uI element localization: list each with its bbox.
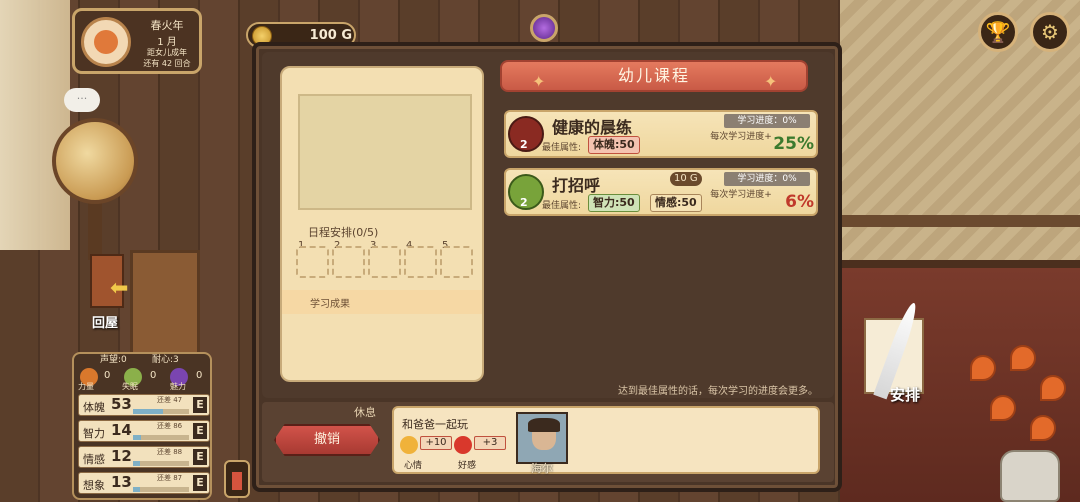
arrow-left-icon: ⬅: [110, 276, 129, 301]
activity-card[interactable]: 和爸爸一起玩 +10 心情 +3 好感 海尔: [392, 406, 820, 475]
course-badge-icon: 2: [508, 116, 544, 152]
point-name: 力量: [78, 382, 94, 391]
vase: [1000, 450, 1060, 502]
progress-chip: 学习进度：0%: [724, 172, 810, 186]
course-card-morning-exercise[interactable]: 2 健康的晨练 最佳属性: 体魄:50 学习进度：0% 每次学习进度+ 25%: [504, 110, 818, 158]
heart-icon: [454, 436, 472, 454]
schedule-label: 日程安排(0/5): [308, 226, 379, 239]
course-title: 健康的晨练: [552, 118, 633, 137]
rest-label: 休息: [354, 406, 376, 419]
window: [0, 0, 70, 250]
result-label: 学习成果: [310, 299, 350, 310]
calendar-month: 1 月: [157, 37, 177, 48]
schedule-slot-2[interactable]: [332, 246, 365, 278]
settings-button[interactable]: ⚙: [1030, 12, 1070, 52]
character-name: 海尔: [531, 462, 553, 475]
schedule-slot-5[interactable]: [440, 246, 473, 278]
calendar-widget: 春火年 1 月 距女儿成年 还有 42 回合: [72, 8, 202, 74]
character-avatar[interactable]: [516, 412, 568, 464]
point-name: 失眠: [122, 382, 138, 391]
affection-name: 好感: [458, 461, 477, 471]
schedule-slot-4[interactable]: [404, 246, 437, 278]
wall-rail: [840, 215, 1080, 227]
course-panel-title: ✦ 幼儿课程 ✦: [500, 60, 808, 92]
arrange-button[interactable]: 安排: [860, 300, 940, 410]
progress-percent: 25%: [773, 134, 814, 154]
globe-stand: [88, 200, 102, 260]
stat-row-intellect: 智力 14 还差 86 E: [78, 420, 210, 442]
point-value: 0: [150, 370, 157, 381]
point-value: 0: [104, 370, 111, 381]
best-attr-label: 最佳属性:: [542, 143, 582, 153]
attr-tag: 体魄:50: [588, 136, 640, 154]
hint-text: 达到最佳属性的话，每次学习的进度会更多。: [618, 386, 818, 397]
home-button[interactable]: ⬅ 回屋: [84, 254, 130, 331]
star-icon: ✦: [532, 72, 548, 91]
schedule-slot-3[interactable]: [368, 246, 401, 278]
affection-value: +3: [474, 436, 506, 450]
course-badge-icon: 2: [508, 174, 544, 210]
progress-percent: 6%: [785, 192, 814, 212]
course-card-greeting[interactable]: 2 打招呼 10 G 最佳属性: 智力:50 情感:50 学习进度：0% 每次学…: [504, 168, 818, 216]
star-icon: ✦: [764, 72, 780, 91]
chat-bubble-icon[interactable]: ···: [64, 88, 100, 112]
best-attr-label: 最佳属性:: [542, 201, 582, 211]
stats-toggle-button[interactable]: [224, 460, 250, 498]
trophy-button[interactable]: 🏆: [978, 12, 1018, 52]
activity-title: 和爸爸一起玩: [402, 418, 468, 431]
season-emblem-icon: [81, 17, 131, 67]
point-name: 魅力: [170, 382, 186, 391]
schedule-card: 日程安排(0/5) 1 2 3 4 5 学习成果: [280, 66, 484, 382]
mood-value: +10: [420, 436, 452, 450]
smile-icon: [400, 436, 418, 454]
schedule-slot-1[interactable]: [296, 246, 329, 278]
flowers-decoration: [960, 345, 1080, 465]
home-label: 回屋: [92, 316, 119, 331]
gem-ornament-icon: [530, 14, 558, 42]
stat-row-emotion: 情感 12 还差 88 E: [78, 446, 210, 468]
stat-row-imagination: 想象 13 还差 87 E: [78, 472, 210, 494]
course-title: 打招呼: [552, 176, 601, 195]
gold-value: 100 G: [309, 28, 352, 43]
schedule-preview: [298, 94, 472, 210]
mood-effect: +10 心情: [400, 434, 456, 471]
attr-tag: 情感:50: [650, 194, 702, 212]
calendar-note: 距女儿成年 还有 42 回合: [143, 48, 191, 68]
globe-decoration: [52, 118, 138, 204]
calendar-year: 春火年: [150, 19, 184, 32]
patience-label: 耐心:3: [152, 355, 179, 365]
per-learn-label: 每次学习进度+: [710, 132, 772, 142]
progress-chip: 学习进度：0%: [724, 114, 810, 128]
attr-tag: 智力:50: [588, 194, 640, 212]
affection-effect: +3 好感: [454, 434, 510, 471]
cancel-button[interactable]: 撤销: [274, 424, 380, 456]
cabinet: [130, 250, 200, 360]
trophy-icon: 🏆: [985, 20, 1011, 44]
stat-row-physique: 体魄 53 还差 47 E: [78, 394, 210, 416]
per-learn-label: 每次学习进度+: [710, 190, 772, 200]
point-value: 0: [196, 370, 203, 381]
course-cost: 10 G: [670, 172, 702, 186]
gear-icon: ⚙: [1041, 20, 1059, 44]
fame-label: 声望:0: [100, 355, 127, 365]
mood-name: 心情: [404, 461, 423, 471]
arrange-label: 安排: [890, 386, 921, 404]
